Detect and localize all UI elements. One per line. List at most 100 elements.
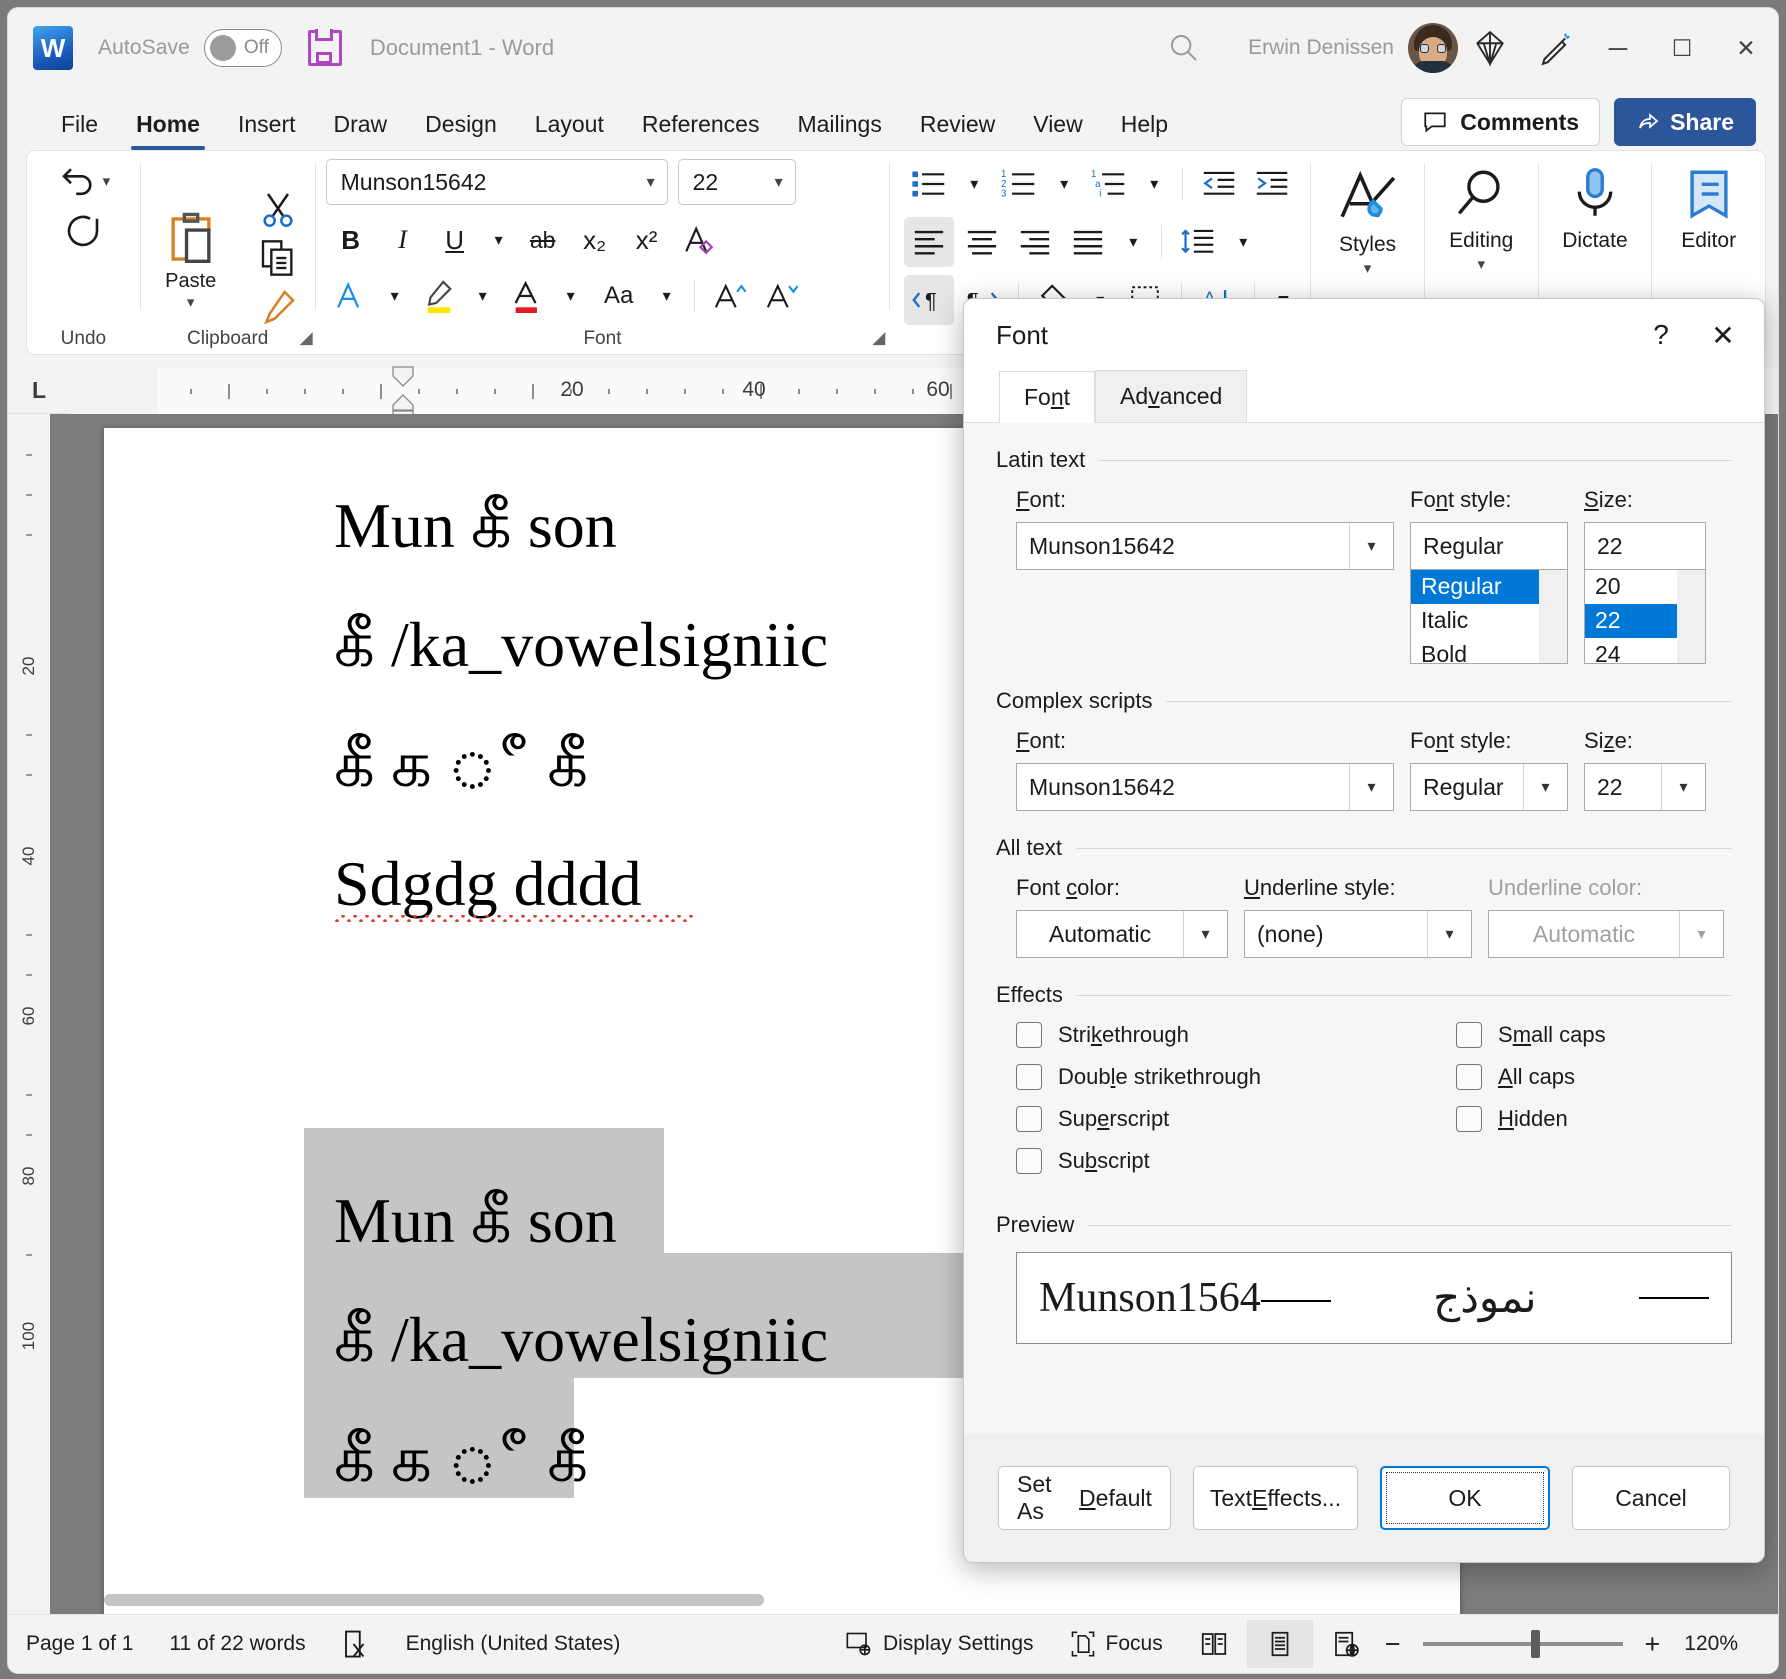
subscript-checkbox[interactable] [1016, 1148, 1042, 1174]
read-mode-button[interactable] [1181, 1620, 1247, 1668]
search-icon[interactable] [1156, 20, 1212, 76]
print-layout-button[interactable] [1246, 1620, 1313, 1668]
checkbox-row-subscript[interactable]: Subscript [1016, 1148, 1456, 1174]
tab-stop-selector[interactable]: L [8, 377, 70, 404]
tab-design[interactable]: Design [406, 102, 516, 150]
undo-icon[interactable] [57, 157, 99, 204]
tab-review[interactable]: Review [901, 102, 1014, 150]
paste-dropdown-icon[interactable]: ▾ [187, 293, 195, 311]
underline-style-combo[interactable]: (none) ▾ [1244, 910, 1472, 958]
close-icon[interactable]: ✕ [1692, 304, 1754, 366]
clear-formatting-icon[interactable] [674, 215, 724, 265]
font-dialog-launcher-icon[interactable]: ◢ [872, 328, 885, 348]
pen-icon[interactable] [1522, 20, 1586, 76]
autosave-toggle[interactable]: Off [203, 29, 282, 67]
align-left-icon[interactable] [904, 217, 955, 267]
latin-size-listbox[interactable]: 20 22 24 [1584, 570, 1706, 664]
checkbox-row-hidden[interactable]: Hidden [1456, 1106, 1716, 1132]
close-button[interactable]: ✕ [1714, 17, 1778, 79]
horizontal-scrollbar[interactable] [104, 1594, 764, 1606]
diamond-icon[interactable] [1458, 20, 1522, 76]
undo-dropdown-icon[interactable]: ▾ [103, 172, 111, 190]
justify-icon[interactable] [1063, 217, 1113, 267]
cut-icon[interactable] [258, 189, 298, 234]
all-caps-checkbox[interactable] [1456, 1064, 1482, 1090]
tab-file[interactable]: File [42, 102, 117, 150]
text-effects-button[interactable]: Text Effects... [1192, 1466, 1358, 1530]
change-case-button[interactable]: Aa [590, 271, 648, 321]
avatar[interactable] [1408, 23, 1458, 73]
multilevel-list-icon[interactable]: 1 a i [1084, 159, 1134, 209]
maximize-button[interactable]: ☐ [1650, 17, 1714, 79]
zoom-slider-thumb[interactable] [1530, 1630, 1540, 1658]
double-strikethrough-checkbox[interactable] [1016, 1064, 1042, 1090]
latin-style-listbox[interactable]: Regular Italic Bold [1410, 570, 1568, 664]
decrease-indent-icon[interactable] [1194, 159, 1244, 209]
small-caps-checkbox[interactable] [1456, 1022, 1482, 1048]
latin-font-combo[interactable]: Munson15642 ▾ [1016, 522, 1394, 570]
latin-style-field[interactable]: Regular [1410, 522, 1568, 570]
help-icon[interactable]: ? [1630, 304, 1692, 366]
chevron-down-icon[interactable]: ▾ [1523, 764, 1567, 810]
superscript-checkbox[interactable] [1016, 1106, 1042, 1132]
chevron-down-icon[interactable]: ▾ [769, 172, 789, 192]
italic-button[interactable]: I [378, 215, 428, 265]
highlight-dropdown-icon[interactable]: ▾ [466, 271, 500, 321]
language-indicator[interactable]: English (United States) [388, 1620, 639, 1668]
font-color-combo[interactable]: Automatic ▾ [1016, 910, 1228, 958]
word-count[interactable]: 11 of 22 words [151, 1620, 323, 1668]
font-name-combo[interactable]: Munson15642 ▾ [325, 159, 668, 205]
shrink-font-icon[interactable] [757, 271, 807, 321]
latin-style-scrollbar[interactable] [1539, 570, 1567, 663]
editing-dropdown-icon[interactable]: ▾ [1477, 255, 1485, 273]
tab-layout[interactable]: Layout [516, 102, 623, 150]
comments-button[interactable]: Comments [1401, 98, 1601, 146]
text-effects-icon[interactable] [326, 271, 376, 321]
bold-button[interactable]: B [326, 215, 376, 265]
cs-style-combo[interactable]: Regular ▾ [1410, 763, 1568, 811]
numbering-icon[interactable]: 1 2 3 [994, 159, 1044, 209]
chevron-down-icon[interactable]: ▾ [641, 172, 661, 192]
increase-indent-icon[interactable] [1247, 159, 1297, 209]
font-size-combo[interactable]: 22 ▾ [677, 159, 796, 205]
underline-button[interactable]: U [430, 215, 480, 265]
font-color-dropdown-icon[interactable]: ▾ [554, 271, 588, 321]
tab-references[interactable]: References [623, 102, 779, 150]
checkbox-row-strikethrough[interactable]: Strikethrough [1016, 1022, 1456, 1048]
paste-button[interactable]: Paste ▾ [141, 202, 241, 311]
checkbox-row-double-strikethrough[interactable]: Double strikethrough [1016, 1064, 1456, 1090]
tab-mailings[interactable]: Mailings [778, 102, 900, 150]
chevron-down-icon[interactable]: ▾ [1427, 911, 1471, 957]
hidden-checkbox[interactable] [1456, 1106, 1482, 1132]
cs-font-combo[interactable]: Munson15642 ▾ [1016, 763, 1394, 811]
bullets-dropdown-icon[interactable]: ▾ [957, 159, 991, 209]
zoom-level[interactable]: 120% [1666, 1620, 1756, 1668]
latin-size-field[interactable]: 22 [1584, 522, 1706, 570]
save-icon[interactable] [307, 29, 342, 66]
chevron-down-icon[interactable]: ▾ [1661, 764, 1705, 810]
page-indicator[interactable]: Page 1 of 1 [8, 1620, 151, 1668]
change-case-dropdown-icon[interactable]: ▾ [650, 271, 684, 321]
chevron-down-icon[interactable]: ▾ [1349, 523, 1393, 569]
strikethrough-checkbox[interactable] [1016, 1022, 1042, 1048]
zoom-in-button[interactable]: + [1639, 1620, 1667, 1668]
format-painter-icon[interactable] [258, 287, 298, 332]
align-right-icon[interactable] [1010, 217, 1060, 267]
tab-help[interactable]: Help [1102, 102, 1187, 150]
checkbox-row-all-caps[interactable]: All caps [1456, 1064, 1716, 1090]
focus-button[interactable]: Focus [1052, 1620, 1181, 1668]
display-settings-button[interactable]: Display Settings [827, 1620, 1052, 1668]
numbering-dropdown-icon[interactable]: ▾ [1047, 159, 1081, 209]
line-spacing-icon[interactable] [1173, 217, 1223, 267]
strikethrough-button[interactable]: ab [518, 215, 568, 265]
underline-dropdown-icon[interactable]: ▾ [482, 215, 516, 265]
tab-draw[interactable]: Draw [315, 102, 407, 150]
align-center-icon[interactable] [957, 217, 1007, 267]
cs-size-combo[interactable]: 22 ▾ [1584, 763, 1706, 811]
styles-dropdown-icon[interactable]: ▾ [1364, 259, 1372, 277]
chevron-down-icon[interactable]: ▾ [1183, 911, 1227, 957]
checkbox-row-small-caps[interactable]: Small caps [1456, 1022, 1716, 1048]
zoom-out-button[interactable]: − [1379, 1620, 1407, 1668]
subscript-button[interactable]: x₂ [570, 215, 620, 265]
first-line-indent-marker[interactable] [390, 365, 416, 387]
